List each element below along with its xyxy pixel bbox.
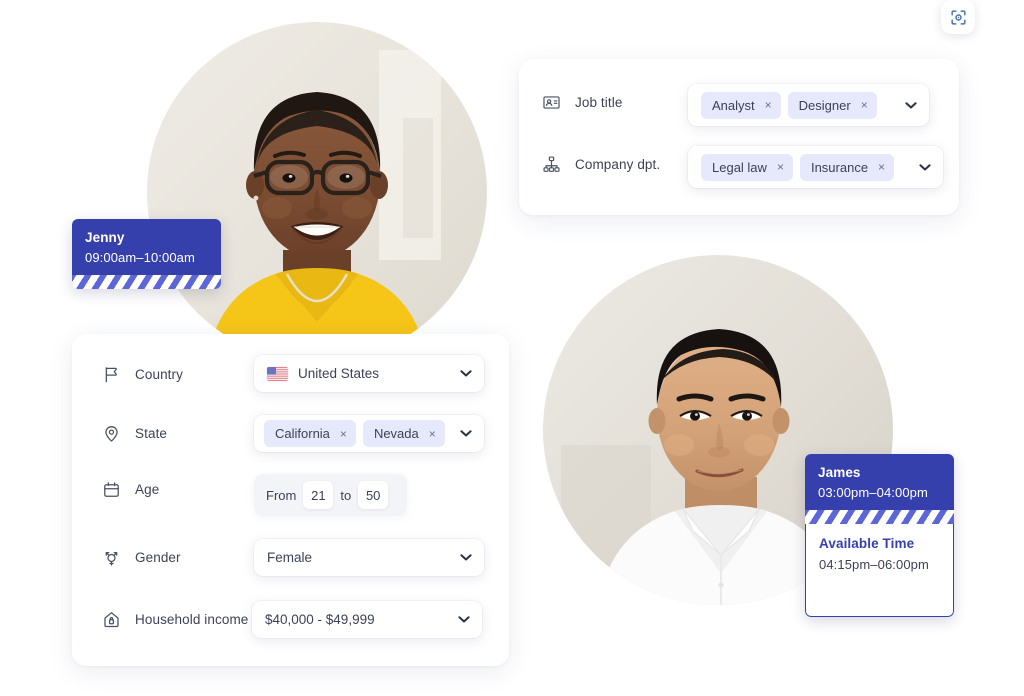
schedule-chip-head: James 03:00pm–04:00pm: [805, 454, 954, 510]
row-label: Age: [135, 481, 160, 497]
household-income-select[interactable]: $40,000 - $49,999: [252, 601, 482, 638]
tag-remove-icon[interactable]: ×: [429, 428, 436, 440]
scan-focus-icon: [949, 8, 968, 27]
schedule-chip-jenny[interactable]: Jenny 09:00am–10:00am: [72, 219, 221, 289]
tag-label: California: [275, 426, 330, 441]
row-state: State: [100, 422, 167, 444]
row-age: Age: [100, 478, 159, 500]
calendar-icon: [100, 478, 122, 500]
tag-nevada[interactable]: Nevada ×: [362, 420, 445, 447]
row-job-title: Job title: [540, 91, 622, 113]
chevron-down-icon[interactable]: [459, 427, 472, 440]
map-pin-icon: [100, 422, 122, 444]
org-chart-icon: [540, 153, 562, 175]
available-time-range: 04:15pm–06:00pm: [819, 557, 929, 572]
available-time-title: Available Time: [819, 536, 915, 551]
avatar-jenny: [147, 22, 487, 362]
tag-remove-icon[interactable]: ×: [765, 99, 772, 111]
gender-select[interactable]: Female: [254, 539, 484, 576]
gender-value: Female: [267, 550, 313, 565]
age-to-label: to: [340, 487, 352, 503]
schedule-chip-james[interactable]: James 03:00pm–04:00pm Available Time 04:…: [805, 454, 954, 617]
chevron-down-icon[interactable]: [459, 551, 472, 564]
tag-analyst[interactable]: Analyst ×: [701, 91, 781, 119]
gender-icon: [100, 546, 122, 568]
schedule-time-range: 09:00am–10:00am: [85, 250, 195, 265]
age-from-input[interactable]: 21: [303, 481, 334, 509]
tag-california[interactable]: California ×: [264, 420, 356, 447]
tag-label: Analyst: [712, 97, 755, 113]
row-gender: Gender: [100, 546, 181, 568]
tag-designer[interactable]: Designer ×: [787, 91, 877, 119]
app-root: Jenny 09:00am–10:00am James 03:00pm–04:0…: [0, 0, 1024, 696]
schedule-time-range: 03:00pm–04:00pm: [818, 485, 928, 500]
tag-label: Nevada: [373, 426, 419, 441]
schedule-chip-head: Jenny 09:00am–10:00am: [72, 219, 221, 275]
row-label: Household income: [135, 611, 249, 627]
tag-remove-icon[interactable]: ×: [777, 161, 784, 173]
chevron-down-icon[interactable]: [904, 99, 917, 112]
schedule-stripe-band: [805, 510, 954, 524]
country-select[interactable]: United States: [254, 355, 484, 392]
schedule-person-name: James: [818, 465, 861, 480]
schedule-person-name: Jenny: [85, 230, 125, 245]
tag-label: Legal law: [712, 159, 767, 175]
country-value: United States: [298, 366, 380, 381]
available-time-slot[interactable]: Available Time 04:15pm–06:00pm: [805, 524, 954, 617]
company-dept-multiselect[interactable]: Legal law × Insurance ×: [688, 146, 943, 188]
row-label: State: [135, 425, 168, 441]
age-from-label: From: [266, 487, 297, 503]
household-income-value: $40,000 - $49,999: [265, 612, 375, 627]
tag-insurance[interactable]: Insurance ×: [799, 153, 895, 181]
job-title-multiselect[interactable]: Analyst × Designer ×: [688, 84, 929, 126]
id-badge-icon: [540, 91, 562, 113]
chevron-down-icon[interactable]: [459, 367, 472, 380]
row-company-dept: Company dpt.: [540, 153, 660, 175]
job-filters-card: Job title Analyst × Designer × Company d…: [519, 59, 959, 215]
tag-label: Insurance: [810, 159, 869, 175]
age-range-stepper[interactable]: From 21 to 50: [254, 474, 408, 516]
flag-icon: [100, 363, 122, 385]
chevron-down-icon[interactable]: [457, 613, 470, 626]
row-household-income: Household income: [100, 608, 248, 630]
tag-remove-icon[interactable]: ×: [878, 161, 885, 173]
us-flag-icon: [267, 366, 288, 381]
age-to-input[interactable]: 50: [358, 481, 389, 509]
tag-legal-law[interactable]: Legal law ×: [701, 153, 793, 181]
state-multiselect[interactable]: California × Nevada ×: [254, 415, 484, 452]
row-label: Country: [135, 366, 183, 382]
row-country: Country: [100, 363, 183, 385]
row-label: Gender: [135, 549, 181, 565]
tag-remove-icon[interactable]: ×: [861, 99, 868, 111]
schedule-stripe-band: [72, 275, 221, 289]
house-lock-icon: [100, 608, 122, 630]
scan-capture-button[interactable]: [941, 0, 975, 34]
tag-label: Designer: [798, 97, 851, 113]
row-label: Job title: [575, 94, 623, 110]
tag-remove-icon[interactable]: ×: [340, 428, 347, 440]
row-label: Company dpt.: [575, 156, 661, 172]
chevron-down-icon[interactable]: [918, 161, 931, 174]
